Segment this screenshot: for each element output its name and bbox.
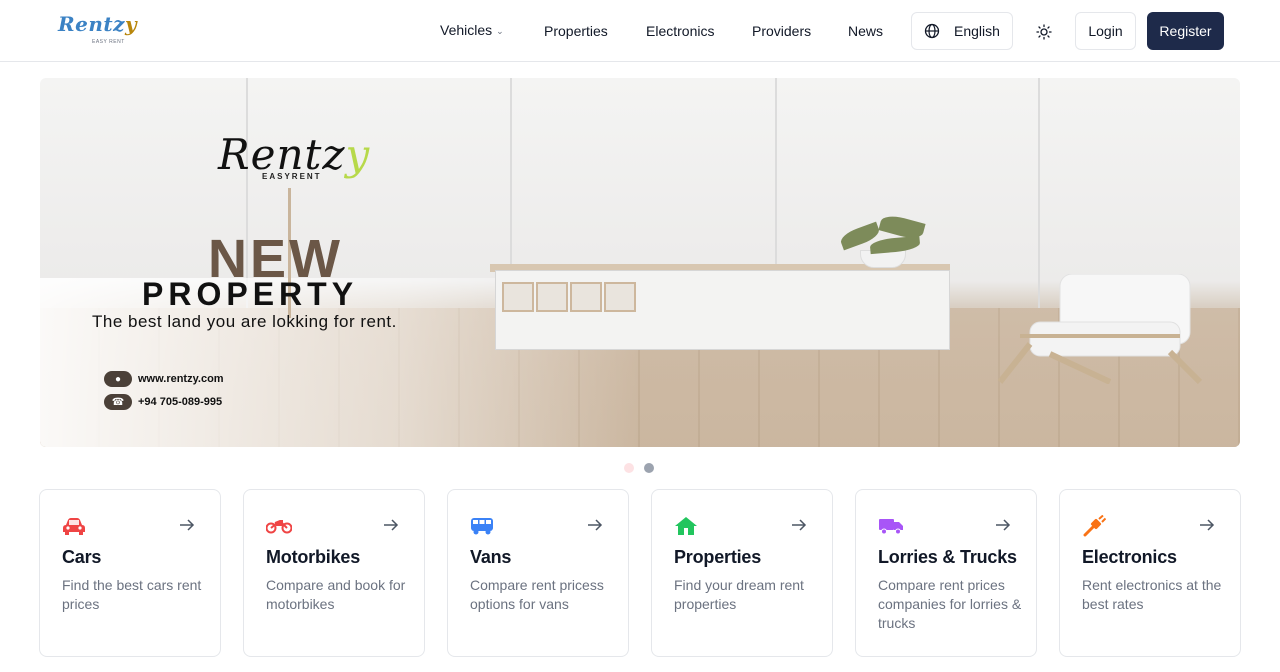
hero-banner[interactable]: Rentzy EASYRENT NEW PROPERTY The best la… [40,78,1240,447]
card-description: Find the best cars rent prices [62,577,202,612]
category-card-cars[interactable]: Cars Find the best cars rent prices [39,489,221,657]
car-icon [62,516,88,536]
banner-headline-property: PROPERTY [142,276,359,312]
sun-icon [1036,24,1052,40]
banner-logo-tagline: EASYRENT [262,172,322,181]
cabinet-shelf [570,282,602,312]
globe-icon [924,23,940,39]
banner-website-text: www.rentzy.com [138,373,224,385]
carousel-dot-1[interactable] [624,463,634,473]
card-title: Properties [674,547,762,567]
site-header: Rentzy EASY RENT Vehicles ⌄ Properties El… [0,0,1280,62]
site-logo[interactable]: Rentzy EASY RENT [58,12,138,48]
cabinet-shelf [502,282,534,312]
cabinet-shelf [604,282,636,312]
motorbike-icon [266,516,292,536]
language-label: English [954,23,1000,39]
card-description: Find your dream rent properties [674,577,804,612]
plug-icon [1082,515,1108,537]
arrow-right-icon [996,519,1011,531]
carousel-dot-2-active[interactable] [644,463,654,473]
category-card-vans[interactable]: Vans Compare rent pricess options for va… [447,489,629,657]
chevron-down-icon: ⌄ [496,26,504,36]
banner-phone: ☎ +94 705-089-995 [104,394,222,410]
nav-properties[interactable]: Properties [544,23,608,39]
category-card-lorries-trucks[interactable]: Lorries & Trucks Compare rent prices com… [855,489,1037,657]
card-description: Rent electronics at the best rates [1082,577,1222,612]
banner-tagline: The best land you are lokking for rent. [92,312,397,331]
phone-icon: ☎ [104,394,132,410]
language-selector-button[interactable]: English [911,12,1013,50]
plant-leaf [869,235,921,255]
card-title: Motorbikes [266,547,361,567]
theme-toggle-button[interactable] [1030,18,1058,46]
banner-phone-text: +94 705-089-995 [138,396,223,408]
arrow-right-icon [1200,519,1215,531]
logo-wordmark: Rentzy [58,12,138,36]
truck-icon [878,516,904,536]
arrow-right-icon [792,519,807,531]
nav-vehicles-dropdown[interactable]: Vehicles ⌄ [440,22,504,38]
category-card-motorbikes[interactable]: Motorbikes Compare and book for motorbik… [243,489,425,657]
arrow-right-icon [180,519,195,531]
arrow-right-icon [384,519,399,531]
armchair-illustration [997,274,1203,384]
category-card-electronics[interactable]: Electronics Rent electronics at the best… [1059,489,1241,657]
arrow-right-icon [588,519,603,531]
nav-vehicles-label: Vehicles [440,22,493,38]
card-title: Electronics [1082,547,1177,567]
banner-website: ● www.rentzy.com [104,371,224,387]
home-icon [674,516,700,536]
card-title: Cars [62,547,102,567]
login-button[interactable]: Login [1075,12,1136,50]
card-title: Lorries & Trucks [878,547,1017,567]
card-description: Compare rent prices companies for lorrie… [878,577,1022,631]
nav-electronics[interactable]: Electronics [646,23,714,39]
nav-news[interactable]: News [848,23,883,39]
logo-tagline: EASY RENT [92,39,125,45]
cabinet-shelf [536,282,568,312]
nav-providers[interactable]: Providers [752,23,811,39]
globe-icon: ● [104,371,132,387]
register-button[interactable]: Register [1147,12,1224,50]
category-card-properties[interactable]: Properties Find your dream rent properti… [651,489,833,657]
card-title: Vans [470,547,512,567]
van-icon [470,516,496,536]
card-description: Compare rent pricess options for vans [470,577,604,612]
card-description: Compare and book for motorbikes [266,577,406,612]
